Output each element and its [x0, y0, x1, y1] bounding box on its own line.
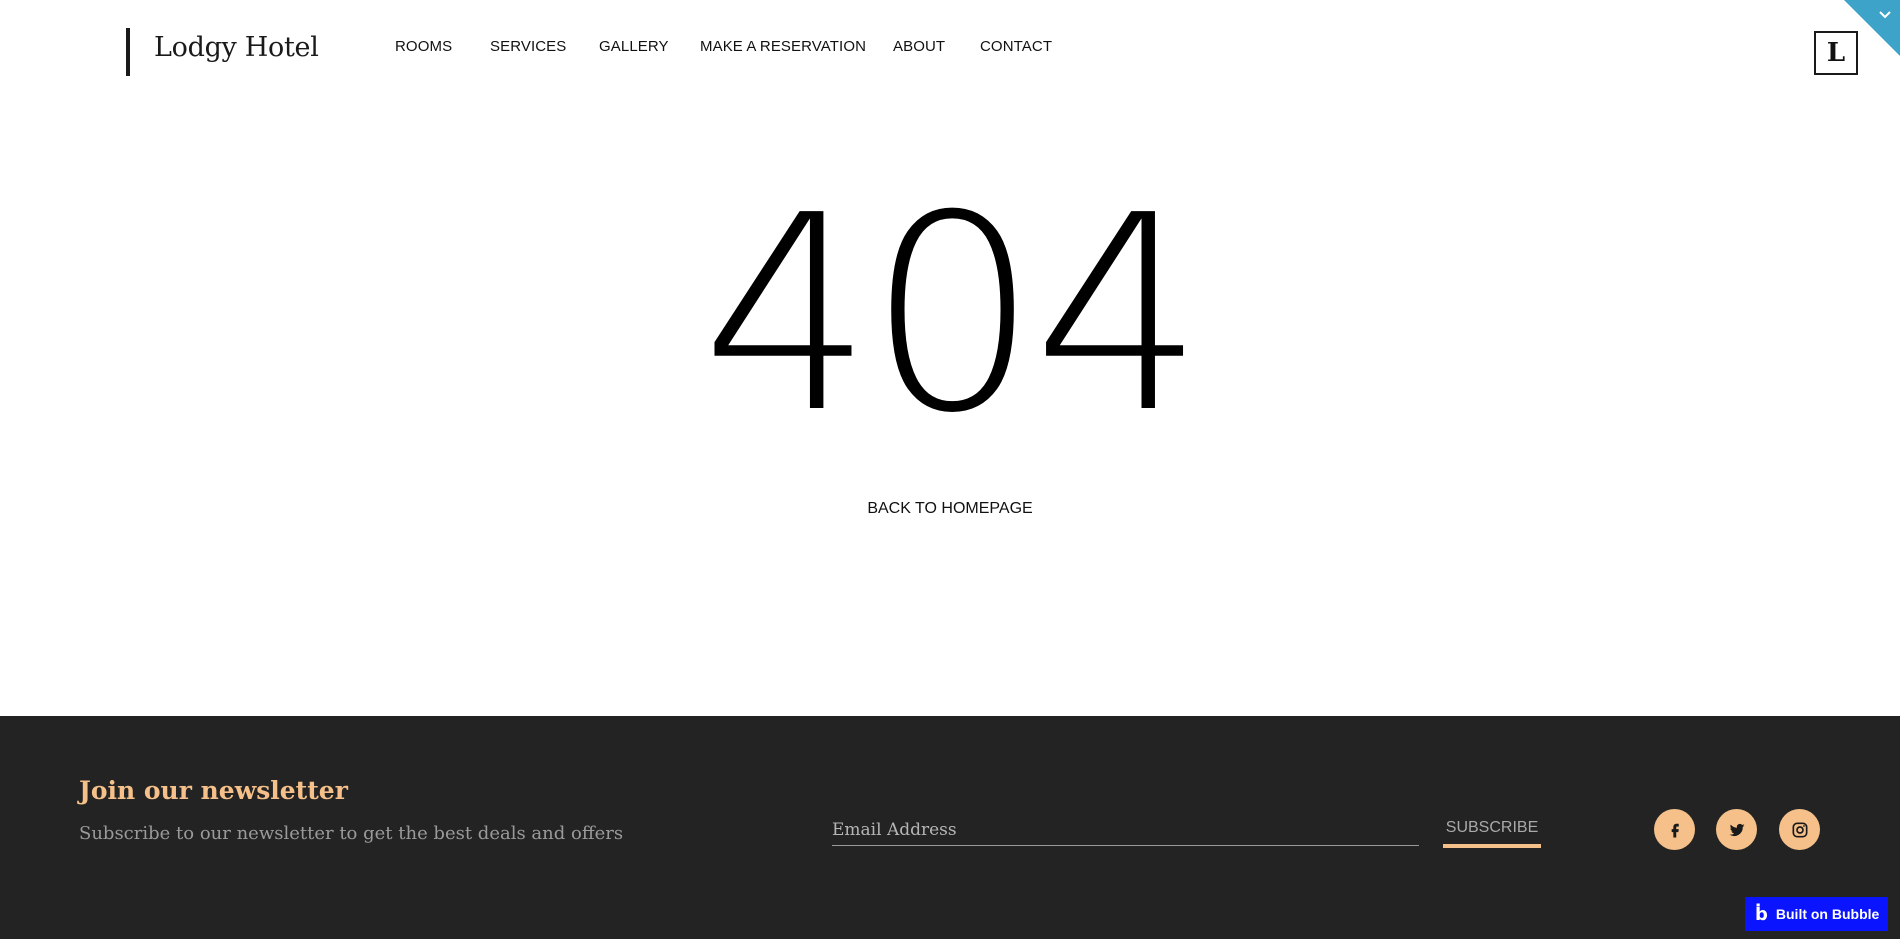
nav-gallery[interactable]: GALLERY: [599, 38, 669, 55]
nav-make-a-reservation[interactable]: MAKE A RESERVATION: [700, 38, 866, 55]
built-on-bubble-badge[interactable]: ḃ Built on Bubble: [1745, 897, 1888, 931]
instagram-button[interactable]: [1779, 809, 1820, 850]
subscribe-button[interactable]: SUBSCRIBE: [1443, 812, 1541, 848]
built-on-bubble-label: Built on Bubble: [1775, 906, 1880, 922]
instagram-icon: [1792, 822, 1807, 837]
nav-rooms[interactable]: ROOMS: [395, 38, 452, 55]
error-code: 404: [701, 157, 1204, 472]
chevron-down-icon[interactable]: [1878, 8, 1892, 22]
site-header: Lodgy Hotel ROOMS SERVICES GALLERY MAKE …: [0, 0, 1900, 100]
site-footer: Join our newsletter Subscribe to our new…: [0, 716, 1900, 939]
back-to-homepage-link[interactable]: BACK TO HOMEPAGE: [0, 500, 1900, 518]
email-input[interactable]: [832, 814, 1419, 846]
nav-about[interactable]: ABOUT: [893, 38, 945, 55]
newsletter-title: Join our newsletter: [79, 776, 348, 805]
twitter-button[interactable]: [1716, 809, 1757, 850]
nav-contact[interactable]: CONTACT: [980, 38, 1052, 55]
nav-services[interactable]: SERVICES: [490, 38, 566, 55]
twitter-icon: [1729, 823, 1744, 836]
newsletter-subtitle: Subscribe to our newsletter to get the b…: [79, 823, 624, 844]
logo-bar: [126, 28, 130, 76]
facebook-button[interactable]: [1654, 809, 1695, 850]
facebook-icon: [1671, 823, 1679, 837]
bubble-logo-icon: ḃ: [1755, 903, 1768, 925]
site-logo[interactable]: Lodgy Hotel: [154, 32, 319, 63]
